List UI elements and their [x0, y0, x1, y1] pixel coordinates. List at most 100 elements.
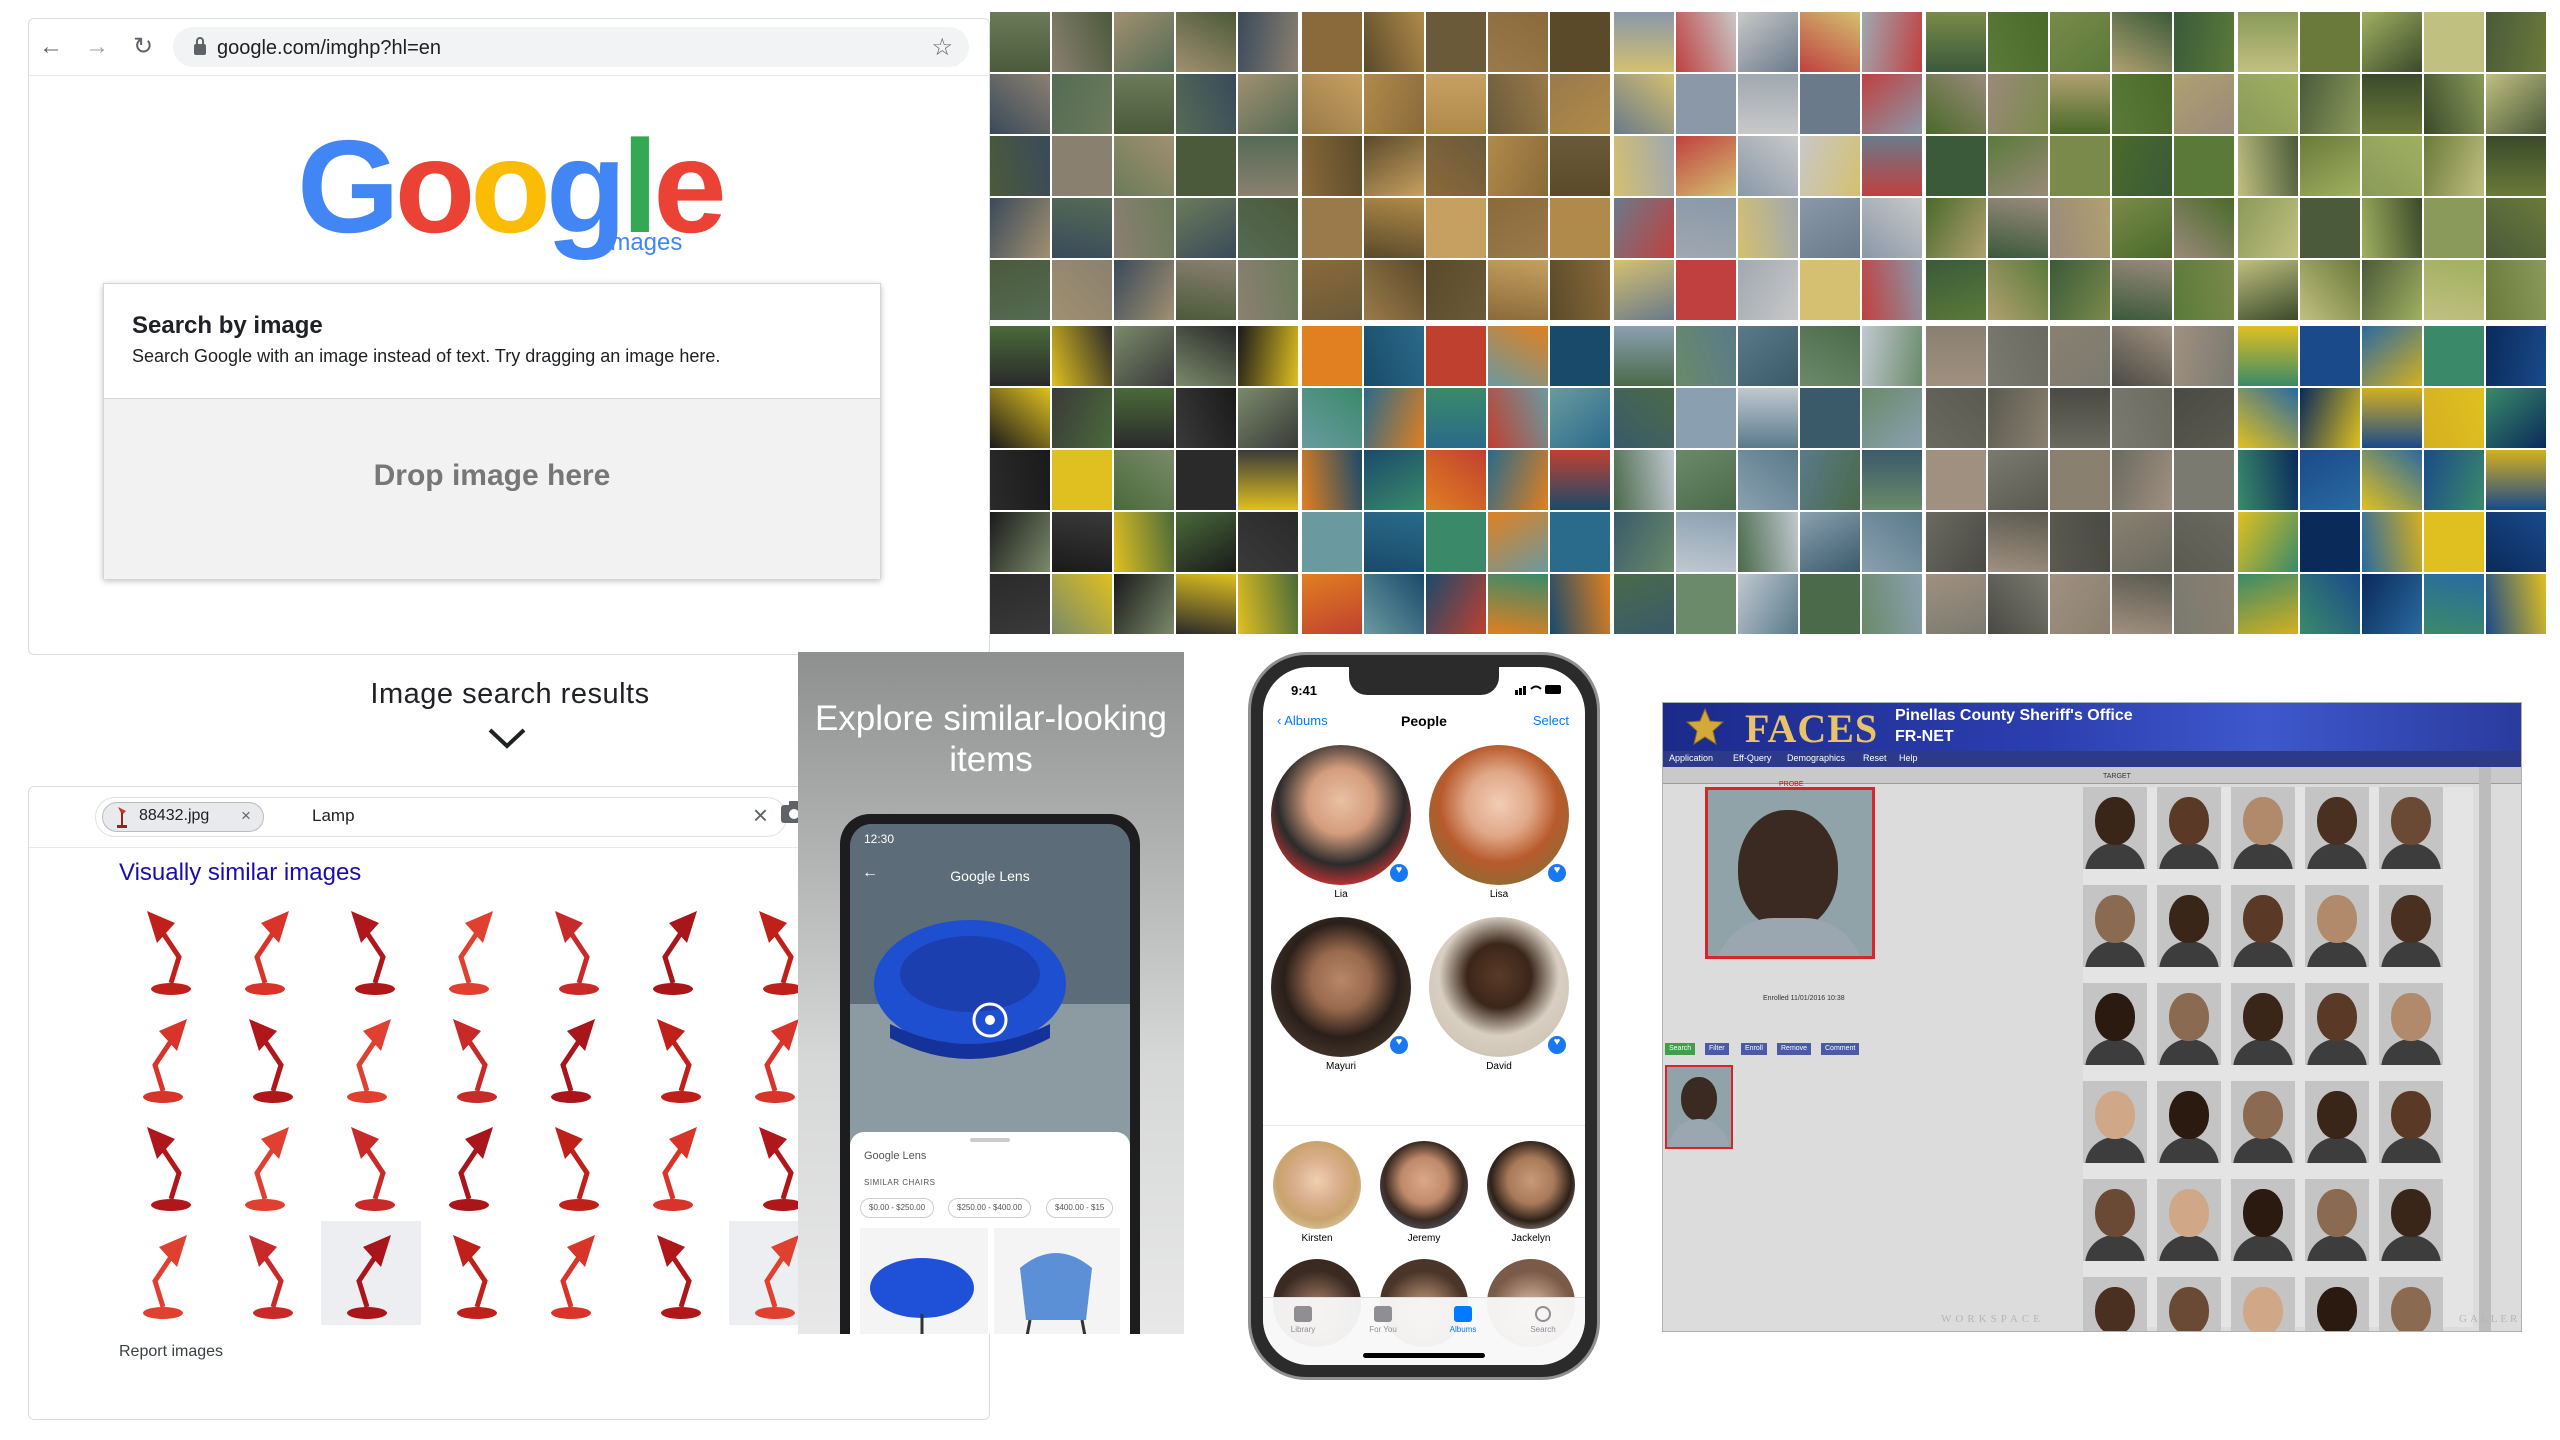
- favorite-heart-icon[interactable]: ♥: [1545, 861, 1569, 885]
- match-candidate[interactable]: [2379, 1081, 2443, 1163]
- lamp-result-image[interactable]: [627, 1005, 727, 1109]
- dataset-thumbnail: [990, 260, 1050, 320]
- lamp-result-image[interactable]: [117, 1113, 217, 1217]
- tab-library[interactable]: Library: [1263, 1306, 1343, 1334]
- match-candidate[interactable]: [2231, 1179, 2295, 1261]
- lamp-result-image[interactable]: [117, 1221, 217, 1325]
- person-photo-jeremy[interactable]: [1380, 1141, 1468, 1229]
- reload-icon[interactable]: ↻: [129, 33, 157, 61]
- lamp-result-image[interactable]: [321, 1113, 421, 1217]
- lamp-result-image[interactable]: [117, 1005, 217, 1109]
- match-candidate[interactable]: [2305, 1081, 2369, 1163]
- drop-zone[interactable]: Drop image here: [104, 398, 880, 579]
- search-bar[interactable]: 88432.jpg × Lamp ×: [95, 797, 787, 837]
- probe-thumbnail[interactable]: [1665, 1065, 1733, 1149]
- lamp-result-image[interactable]: [525, 1005, 625, 1109]
- tab-albums[interactable]: Albums: [1423, 1306, 1503, 1334]
- lamp-result-image[interactable]: [423, 897, 523, 1001]
- menu-demographics[interactable]: Demographics: [1787, 753, 1845, 763]
- lamp-result-image[interactable]: [423, 1221, 523, 1325]
- match-candidate[interactable]: [2231, 787, 2295, 869]
- lamp-result-image[interactable]: [525, 897, 625, 1001]
- clear-search-icon[interactable]: ×: [753, 800, 768, 831]
- match-candidate[interactable]: [2305, 1179, 2369, 1261]
- person-photo-jackelyn[interactable]: [1487, 1141, 1575, 1229]
- dataset-thumbnail: [1114, 512, 1174, 572]
- lamp-result-image[interactable]: [219, 1005, 319, 1109]
- lens-results-sheet: Google Lens SIMILAR CHAIRS $0.00 - $250.…: [850, 1132, 1130, 1334]
- scrollbar[interactable]: [2479, 767, 2491, 1331]
- match-candidate[interactable]: [2157, 1277, 2221, 1331]
- favorite-heart-icon[interactable]: ♥: [1545, 1033, 1569, 1057]
- comment-button[interactable]: Comment: [1821, 1043, 1860, 1055]
- menu-application[interactable]: Application: [1669, 753, 1713, 763]
- person-photo-kirsten[interactable]: [1273, 1141, 1361, 1229]
- address-bar[interactable]: google.com/imghp?hl=en ☆: [173, 27, 969, 67]
- match-candidate[interactable]: [2305, 1277, 2369, 1331]
- back-arrow-icon[interactable]: ←: [37, 33, 65, 61]
- filter-button[interactable]: Filter: [1705, 1043, 1729, 1055]
- match-candidate[interactable]: [2231, 1081, 2295, 1163]
- match-candidate[interactable]: [2305, 787, 2369, 869]
- price-filter[interactable]: $0.00 - $250.00: [860, 1198, 935, 1218]
- match-candidate[interactable]: [2379, 983, 2443, 1065]
- match-candidate[interactable]: [2231, 983, 2295, 1065]
- file-chip[interactable]: 88432.jpg ×: [102, 802, 264, 832]
- lamp-result-image[interactable]: [321, 1005, 421, 1109]
- match-candidate[interactable]: [2231, 885, 2295, 967]
- match-candidate[interactable]: [2379, 787, 2443, 869]
- dataset-thumbnail: [1614, 326, 1674, 386]
- menu-help[interactable]: Help: [1899, 753, 1918, 763]
- favorite-heart-icon[interactable]: ♥: [1387, 1033, 1411, 1057]
- lamp-result-image[interactable]: [321, 897, 421, 1001]
- lamp-result-image[interactable]: [627, 1113, 727, 1217]
- menu-reset[interactable]: Reset: [1863, 753, 1887, 763]
- match-candidate[interactable]: [2379, 1277, 2443, 1331]
- remove-button[interactable]: Remove: [1777, 1043, 1812, 1055]
- lamp-result-image[interactable]: [525, 1221, 625, 1325]
- match-candidate[interactable]: [2379, 1179, 2443, 1261]
- match-candidate[interactable]: [2157, 1179, 2221, 1261]
- match-candidate[interactable]: [2157, 787, 2221, 869]
- report-images-link[interactable]: Report images: [119, 1343, 223, 1361]
- match-candidate[interactable]: [2157, 983, 2221, 1065]
- dataset-thumbnail: [1426, 388, 1486, 448]
- price-filter[interactable]: $400.00 - $15: [1046, 1198, 1114, 1218]
- lamp-result-image[interactable]: [525, 1113, 625, 1217]
- match-candidate[interactable]: [2379, 885, 2443, 967]
- menu-eff-query[interactable]: Eff-Query: [1733, 753, 1771, 763]
- lamp-result-image[interactable]: [219, 1221, 319, 1325]
- lamp-result-image[interactable]: [117, 897, 217, 1001]
- lamp-result-image[interactable]: [321, 1221, 421, 1325]
- tab-search[interactable]: Search: [1503, 1306, 1583, 1334]
- dataset-thumbnail: [2050, 512, 2110, 572]
- enroll-button[interactable]: Enroll: [1741, 1043, 1767, 1055]
- lamp-result-image[interactable]: [423, 1113, 523, 1217]
- match-candidate[interactable]: [2231, 1277, 2295, 1331]
- lamp-result-image[interactable]: [627, 897, 727, 1001]
- bookmark-star-icon[interactable]: ☆: [931, 33, 953, 62]
- match-candidate[interactable]: [2305, 885, 2369, 967]
- lamp-result-image[interactable]: [219, 897, 319, 1001]
- match-candidate[interactable]: [2083, 787, 2147, 869]
- dataset-thumbnail: [2362, 388, 2422, 448]
- forward-arrow-icon[interactable]: →: [83, 33, 111, 61]
- match-candidate[interactable]: [2083, 983, 2147, 1065]
- lamp-icon: [449, 1127, 493, 1211]
- match-candidate[interactable]: [2083, 885, 2147, 967]
- remove-file-icon[interactable]: ×: [241, 806, 251, 826]
- lamp-result-image[interactable]: [627, 1221, 727, 1325]
- select-button[interactable]: Select: [1533, 713, 1569, 728]
- lamp-result-image[interactable]: [423, 1005, 523, 1109]
- search-button[interactable]: Search: [1665, 1043, 1696, 1055]
- match-candidate[interactable]: [2083, 1081, 2147, 1163]
- lamp-result-image[interactable]: [219, 1113, 319, 1217]
- match-candidate[interactable]: [2083, 1179, 2147, 1261]
- match-candidate[interactable]: [2083, 1277, 2147, 1331]
- match-candidate[interactable]: [2305, 983, 2369, 1065]
- match-candidate[interactable]: [2157, 885, 2221, 967]
- price-filter[interactable]: $250.00 - $400.00: [948, 1198, 1031, 1218]
- match-candidate[interactable]: [2157, 1081, 2221, 1163]
- tab-for-you[interactable]: For You: [1343, 1306, 1423, 1334]
- favorite-heart-icon[interactable]: ♥: [1387, 861, 1411, 885]
